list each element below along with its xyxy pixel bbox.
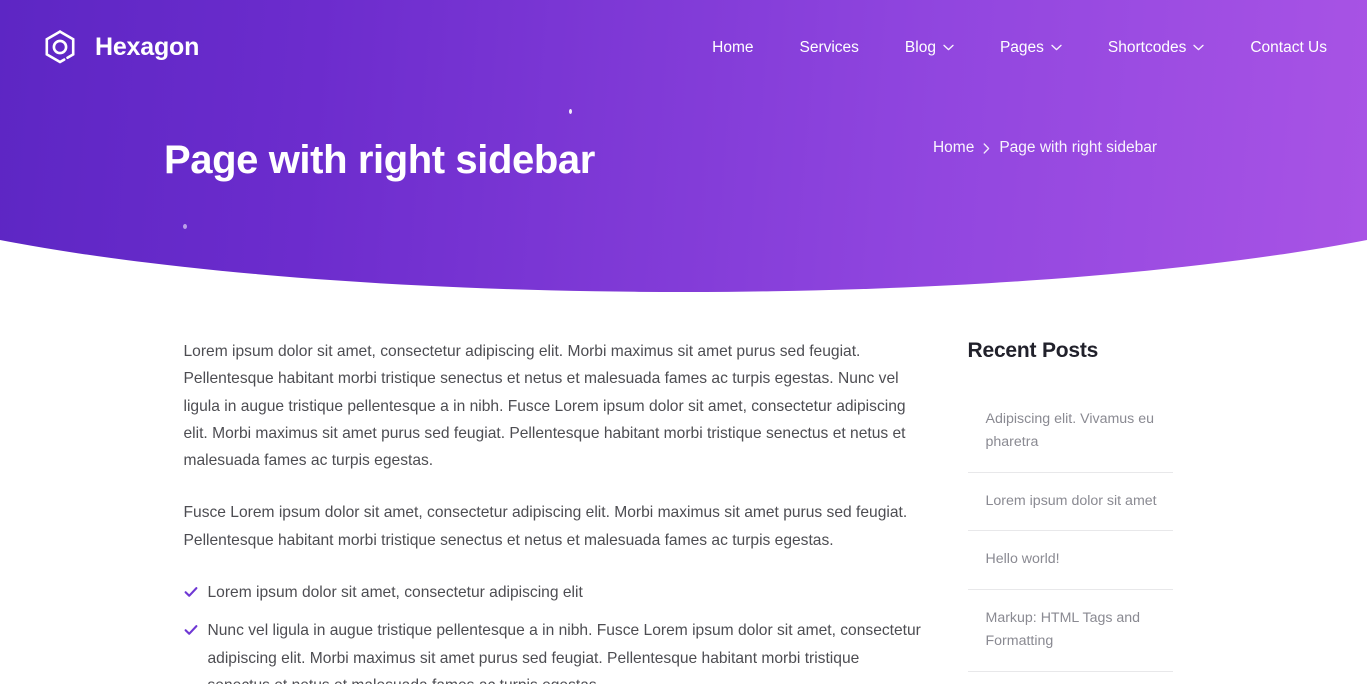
nav-item-label: Home bbox=[712, 38, 754, 56]
recent-post-link[interactable]: Markup: Image Alignment bbox=[986, 672, 1173, 684]
recent-post-link[interactable]: Adipiscing elit. Vivamus eu pharetra bbox=[986, 391, 1173, 471]
chevron-down-icon bbox=[943, 44, 954, 51]
nav-item-home[interactable]: Home bbox=[689, 39, 776, 57]
content-area: Lorem ipsum dolor sit amet, consectetur … bbox=[0, 300, 1367, 684]
nav-item-services[interactable]: Services bbox=[776, 39, 881, 57]
page-root: Hexagon Home Services Blog Pages Shortco… bbox=[0, 0, 1367, 684]
hexagon-circle-logo-icon bbox=[45, 29, 75, 63]
body-paragraph: Fusce Lorem ipsum dolor sit amet, consec… bbox=[183, 504, 908, 549]
nav-item-label: Blog bbox=[904, 38, 936, 56]
nav-item-label: Services bbox=[799, 38, 859, 56]
list-item: Nunc vel ligula in augue tristique pelle… bbox=[184, 617, 924, 684]
main-content-column: Lorem ipsum dolor sit amet, consectetur … bbox=[184, 338, 924, 684]
list-item-label: Lorem ipsum dolor sit amet, consectetur … bbox=[207, 583, 583, 601]
nav-item-label: Shortcodes bbox=[1107, 38, 1187, 56]
nav-item-blog[interactable]: Blog bbox=[882, 39, 977, 57]
chevron-down-icon bbox=[1193, 44, 1205, 51]
nav-item-shortcodes[interactable]: Shortcodes bbox=[1085, 39, 1227, 57]
brand-logo-link[interactable]: Hexagon bbox=[40, 28, 199, 68]
recent-post-link[interactable]: Lorem ipsum dolor sit amet bbox=[986, 473, 1173, 531]
list-item: Lorem ipsum dolor sit amet bbox=[967, 473, 1173, 532]
check-icon bbox=[184, 587, 197, 597]
recent-posts-list: Adipiscing elit. Vivamus eu pharetra Lor… bbox=[967, 391, 1173, 684]
nav-item-label: Contact Us bbox=[1250, 38, 1327, 56]
list-item: Lorem ipsum dolor sit amet, consectetur … bbox=[184, 579, 924, 606]
widget-title: Recent Posts bbox=[967, 339, 1099, 362]
breadcrumb-current: Page with right sidebar bbox=[999, 139, 1157, 156]
list-item-label: Nunc vel ligula in augue tristique pelle… bbox=[207, 622, 921, 684]
site-header: Hexagon Home Services Blog Pages Shortco… bbox=[0, 0, 1367, 95]
nav-item-pages[interactable]: Pages bbox=[977, 39, 1085, 57]
widget-recent-posts: Recent Posts Adipiscing elit. Vivamus eu… bbox=[967, 338, 1173, 684]
list-item: Adipiscing elit. Vivamus eu pharetra bbox=[967, 391, 1173, 473]
chevron-down-icon bbox=[1051, 44, 1062, 51]
recent-post-link[interactable]: Markup: HTML Tags and Formatting bbox=[986, 590, 1173, 670]
sidebar: Recent Posts Adipiscing elit. Vivamus eu… bbox=[967, 338, 1173, 684]
chevron-right-icon bbox=[983, 142, 990, 154]
check-list: Lorem ipsum dolor sit amet, consectetur … bbox=[184, 579, 924, 684]
list-item: Markup: Image Alignment bbox=[968, 672, 1173, 684]
body-paragraph: Lorem ipsum dolor sit amet, consectetur … bbox=[183, 343, 906, 470]
list-item: Hello world! bbox=[967, 531, 1173, 591]
recent-post-link[interactable]: Hello world! bbox=[986, 531, 1173, 589]
brand-name: Hexagon bbox=[95, 33, 200, 61]
nav-item-label: Pages bbox=[999, 38, 1044, 56]
check-icon bbox=[184, 625, 197, 636]
list-item: Markup: HTML Tags and Formatting bbox=[967, 590, 1173, 672]
main-navigation: Home Services Blog Pages Shortcodes Cont… bbox=[689, 39, 1327, 57]
page-title: Page with right sidebar bbox=[164, 138, 595, 182]
nav-item-contact-us[interactable]: Contact Us bbox=[1227, 39, 1327, 57]
content-container: Lorem ipsum dolor sit amet, consectetur … bbox=[184, 300, 1184, 684]
breadcrumb-home-link[interactable]: Home bbox=[933, 139, 974, 157]
breadcrumb: Home Page with right sidebar bbox=[933, 139, 1157, 157]
